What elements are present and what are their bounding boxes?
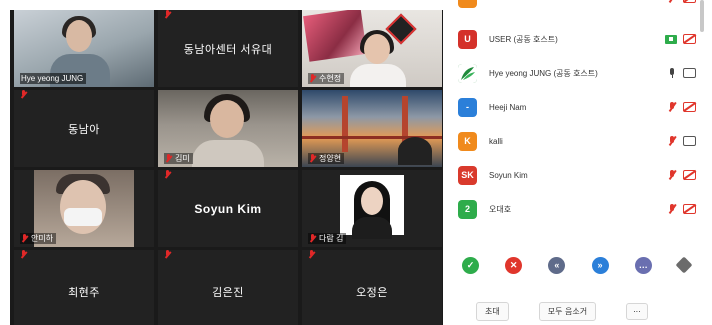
mic-off-icon [309,73,316,84]
avatar: K [458,131,477,151]
mute-all-button[interactable]: 모두 음소거 [538,302,597,321]
participant-row[interactable] [458,0,696,10]
invite-button[interactable]: 초대 [476,302,509,321]
participant-row[interactable]: K kalli [458,129,696,153]
yes-icon[interactable]: ✓ [462,257,479,274]
mic-off-icon[interactable] [667,135,677,147]
video-off-icon[interactable] [683,102,696,112]
video-tile[interactable]: Hye yeong JUNG [14,10,154,87]
participants-panel: U USER (공동 호스트) Hye yeong JUNG (공동 호스트) … [446,0,712,325]
mic-off-icon[interactable] [667,203,677,215]
video-off-icon[interactable] [683,204,696,214]
participant-row[interactable]: SK Soyun Kim [458,163,696,187]
tile-name: 김은진 [212,287,244,299]
screen-share-icon[interactable] [665,34,677,44]
tile-name-label: 안미하 [20,233,57,244]
avatar: SK [458,165,477,185]
mic-off-icon [309,233,316,244]
reactions-bar: ✓ ✕ « » … [462,256,693,274]
mic-off-icon [164,250,171,260]
more-options-button[interactable]: ... [626,303,648,320]
participant-photo [340,175,404,239]
mic-off-icon [20,250,27,260]
mic-off-icon [20,90,27,100]
mic-off-icon [165,153,172,164]
participant-name: 오대호 [489,204,512,214]
video-tile[interactable]: 최현주 [14,250,154,325]
avatar [458,0,477,8]
tile-name-label: 정양현 [308,153,345,164]
mic-on-icon[interactable] [667,67,677,79]
video-tile[interactable]: 김은진 [158,250,298,325]
video-tile[interactable]: 안미하 [14,170,154,247]
leaf-avatar-icon [458,63,477,83]
participant-row[interactable]: 2 오대호 [458,197,696,221]
mic-off-icon[interactable] [667,101,677,113]
video-gallery: Hye yeong JUNG 동남아센터 서유대 수현정 동남아 김미 정양현 … [10,10,443,325]
video-tile[interactable]: 수현정 [302,10,442,87]
mic-off-icon[interactable] [667,169,677,181]
participant-name: kalli [489,136,503,146]
participant-name: Soyun Kim [489,170,528,180]
coffee-break-icon[interactable] [675,256,693,274]
avatar: U [458,29,477,49]
avatar: - [458,97,477,117]
video-tile[interactable]: 동남아 [14,90,154,167]
video-on-icon[interactable] [683,136,696,146]
video-tile[interactable]: 오정은 [302,250,442,325]
mic-off-icon [308,250,315,260]
video-off-icon[interactable] [683,170,696,180]
avatar: 2 [458,199,477,219]
tile-name-label: 김미 [164,153,193,164]
mic-off-icon [21,233,28,244]
participants-footer: 초대 모두 음소거 ... [476,302,648,321]
mic-off-icon [164,170,171,180]
mic-off-icon [309,153,316,164]
participant-name: Heeji Nam [489,102,527,112]
tile-name: 오정은 [356,287,388,299]
go-slower-icon[interactable]: « [548,257,566,274]
participant-row[interactable]: - Heeji Nam [458,95,696,119]
video-tile[interactable]: Soyun Kim [158,170,298,247]
tile-name: 동남아센터 서유대 [183,43,273,56]
go-faster-icon[interactable]: » [591,257,609,274]
tile-name: 동남아 [68,123,100,136]
participant-row[interactable]: Hye yeong JUNG (공동 호스트) [458,61,696,85]
participant-name: USER (공동 호스트) [489,34,558,44]
video-tile[interactable]: 김미 [158,90,298,167]
more-reactions-icon[interactable]: … [634,257,652,274]
avatar [458,63,477,83]
participant-row[interactable]: U USER (공동 호스트) [458,27,696,51]
video-tile[interactable]: 정양현 [302,90,442,167]
mic-off-icon[interactable] [667,0,677,4]
scrollbar[interactable] [700,0,704,32]
video-off-icon[interactable] [683,0,696,3]
participant-name: Hye yeong JUNG (공동 호스트) [489,68,598,78]
video-on-icon[interactable] [683,68,696,78]
tile-name: 최현주 [68,287,100,299]
tile-name-label: Hye yeong JUNG [20,73,87,84]
no-icon[interactable]: ✕ [505,257,523,274]
video-tile[interactable]: 동남아센터 서유대 [158,10,298,87]
tile-name: Soyun Kim [194,201,262,216]
tile-name-label: 수현정 [308,73,345,84]
tile-name-label: 다람 김 [308,233,347,244]
video-tile[interactable]: 다람 김 [302,170,442,247]
video-off-icon[interactable] [683,34,696,44]
mic-off-icon [164,10,171,20]
